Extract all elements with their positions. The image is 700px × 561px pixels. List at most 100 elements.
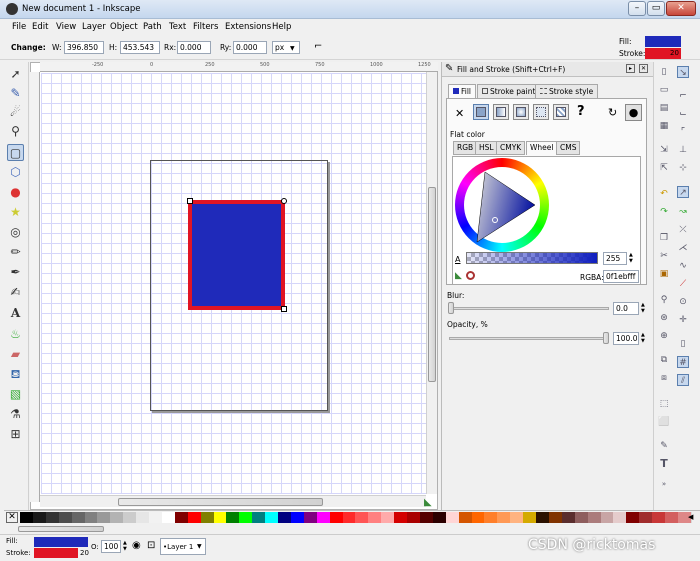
snap-paths-icon[interactable]: ↝ <box>677 206 689 218</box>
palette-swatch[interactable] <box>316 512 331 523</box>
menu-object[interactable]: Object <box>110 22 138 32</box>
import-icon[interactable]: ⇲ <box>658 144 670 156</box>
palette-swatch[interactable] <box>265 512 280 523</box>
snap-guides-icon[interactable]: ⫽ <box>677 374 689 386</box>
height-input[interactable]: 453.543 <box>120 41 160 54</box>
status-fill-swatch[interactable] <box>34 537 88 547</box>
blur-input[interactable]: 0.0 <box>613 302 639 315</box>
rgba-input[interactable]: 0f1ebfff <box>603 270 639 283</box>
fill-swatch[interactable] <box>645 36 681 47</box>
palette-swatch[interactable] <box>200 512 215 523</box>
zoom-icon[interactable]: ⚲ <box>7 123 24 140</box>
palette-swatch[interactable] <box>45 512 60 523</box>
mesh-gradient-button[interactable] <box>533 104 549 120</box>
copy-icon[interactable]: ❐ <box>658 232 670 244</box>
palette-swatch[interactable] <box>613 512 628 523</box>
open-icon[interactable]: ▭ <box>658 84 670 96</box>
palette-swatch[interactable] <box>174 512 189 523</box>
palette-scrollbar[interactable] <box>18 525 678 533</box>
spiral-icon[interactable]: ◎ <box>7 224 24 241</box>
palette-swatch[interactable] <box>290 512 305 523</box>
width-input[interactable]: 396.850 <box>64 41 104 54</box>
palette-swatch[interactable] <box>587 512 602 523</box>
palette-swatch[interactable] <box>561 512 576 523</box>
palette-swatch[interactable] <box>342 512 357 523</box>
palette-swatch[interactable] <box>239 512 254 523</box>
palette-swatch[interactable] <box>226 512 241 523</box>
snap-bbox-edge-icon[interactable]: ⌙ <box>677 108 689 120</box>
snap-rotation-center-icon[interactable]: ✛ <box>677 314 689 326</box>
undo-icon[interactable]: ↶ <box>658 188 670 200</box>
blur-slider-track[interactable] <box>449 307 609 310</box>
bucket-icon[interactable]: ⛾ <box>7 366 24 383</box>
ry-input[interactable]: 0.000 <box>233 41 267 54</box>
export-icon[interactable]: ⇱ <box>658 162 670 174</box>
palette-swatch[interactable] <box>497 512 512 523</box>
alpha-input[interactable]: 255 <box>603 252 627 265</box>
cut-icon[interactable]: ✂ <box>658 250 670 262</box>
palette-swatch[interactable] <box>600 512 615 523</box>
opacity-spinner-icon[interactable]: ▲ ▼ <box>123 540 127 552</box>
snap-center-icon[interactable]: ⊙ <box>677 296 689 308</box>
selector-icon[interactable]: ➚ <box>7 66 24 83</box>
palette-swatch[interactable] <box>639 512 654 523</box>
clone-icon[interactable]: ⧈ <box>658 372 670 384</box>
palette-swatch[interactable] <box>652 512 667 523</box>
alpha-slider[interactable] <box>466 252 598 264</box>
palette-swatch[interactable] <box>394 512 409 523</box>
palette-swatch[interactable] <box>355 512 370 523</box>
layer-lock-icon[interactable]: ⊡ <box>147 540 155 551</box>
blur-spinner-icon[interactable]: ▲ ▼ <box>641 302 645 314</box>
new-document-icon[interactable]: ▯ <box>658 66 670 78</box>
opacity-input[interactable]: 100.0 <box>613 332 639 345</box>
opacity-spinner-icon[interactable]: ▲ ▼ <box>641 332 645 344</box>
layer-visibility-icon[interactable]: ◉ <box>132 540 141 551</box>
palette-swatch[interactable] <box>329 512 344 523</box>
print-icon[interactable]: ▦ <box>658 120 670 132</box>
palette-swatch[interactable] <box>84 512 99 523</box>
palette-swatch[interactable] <box>536 512 550 523</box>
palette-swatch[interactable] <box>20 512 34 523</box>
dialog-iconify-icon[interactable]: ▸ <box>626 64 635 73</box>
palette-swatch[interactable] <box>458 512 473 523</box>
pen-icon[interactable]: ✒ <box>7 264 24 281</box>
menu-filters[interactable]: Filters <box>193 22 218 32</box>
palette-swatch[interactable] <box>58 512 73 523</box>
redo-icon[interactable]: ↷ <box>658 206 670 218</box>
rect-icon[interactable]: ▢ <box>7 144 24 161</box>
snap-bbox-icon[interactable]: ⌐ <box>677 90 689 102</box>
menu-path[interactable]: Path <box>143 22 162 32</box>
menu-layer[interactable]: Layer <box>82 22 106 32</box>
palette-swatch[interactable] <box>523 512 538 523</box>
maximize-button[interactable]: ▭ <box>647 1 665 16</box>
palette-menu-icon[interactable]: ◀ <box>688 513 693 521</box>
horizontal-scrollbar[interactable] <box>40 495 426 507</box>
palette-swatch[interactable] <box>123 512 138 523</box>
close-button[interactable]: ✕ <box>666 1 696 16</box>
spray-icon[interactable]: ♨ <box>7 326 24 343</box>
palette-swatch[interactable] <box>303 512 318 523</box>
tab-stroke-style[interactable]: Stroke style <box>535 84 599 98</box>
save-icon[interactable]: ▤ <box>658 102 670 114</box>
menu-edit[interactable]: Edit <box>32 22 48 32</box>
palette-swatch[interactable] <box>471 512 486 523</box>
palette-swatch[interactable] <box>574 512 589 523</box>
tab-cms[interactable]: CMS <box>556 141 581 155</box>
snap-grids-icon[interactable]: # <box>677 356 689 368</box>
calligraphy-icon[interactable]: ✍ <box>7 284 24 301</box>
menu-file[interactable]: File <box>12 22 26 32</box>
snap-midpoint-icon[interactable]: ⟋ <box>677 278 689 290</box>
color-wheel[interactable] <box>455 158 549 252</box>
zoom-selection-icon[interactable]: ⚲ <box>658 294 670 306</box>
paste-icon[interactable]: ▣ <box>658 268 670 280</box>
palette-swatch[interactable] <box>161 512 176 523</box>
palette-swatch[interactable] <box>136 512 151 523</box>
no-paint-icon[interactable]: ✕ <box>455 107 464 120</box>
opacity-slider-handle[interactable] <box>603 332 609 344</box>
tweak-icon[interactable]: ☄ <box>7 104 24 121</box>
layer-select[interactable]: •Layer 1 ▼ <box>160 538 206 555</box>
group-icon[interactable]: ⬚ <box>658 398 670 410</box>
vertical-scrollbar[interactable] <box>426 72 437 494</box>
horizontal-scroll-thumb[interactable] <box>118 498 323 506</box>
canvas-corner-icon[interactable]: ◣ <box>424 497 432 508</box>
